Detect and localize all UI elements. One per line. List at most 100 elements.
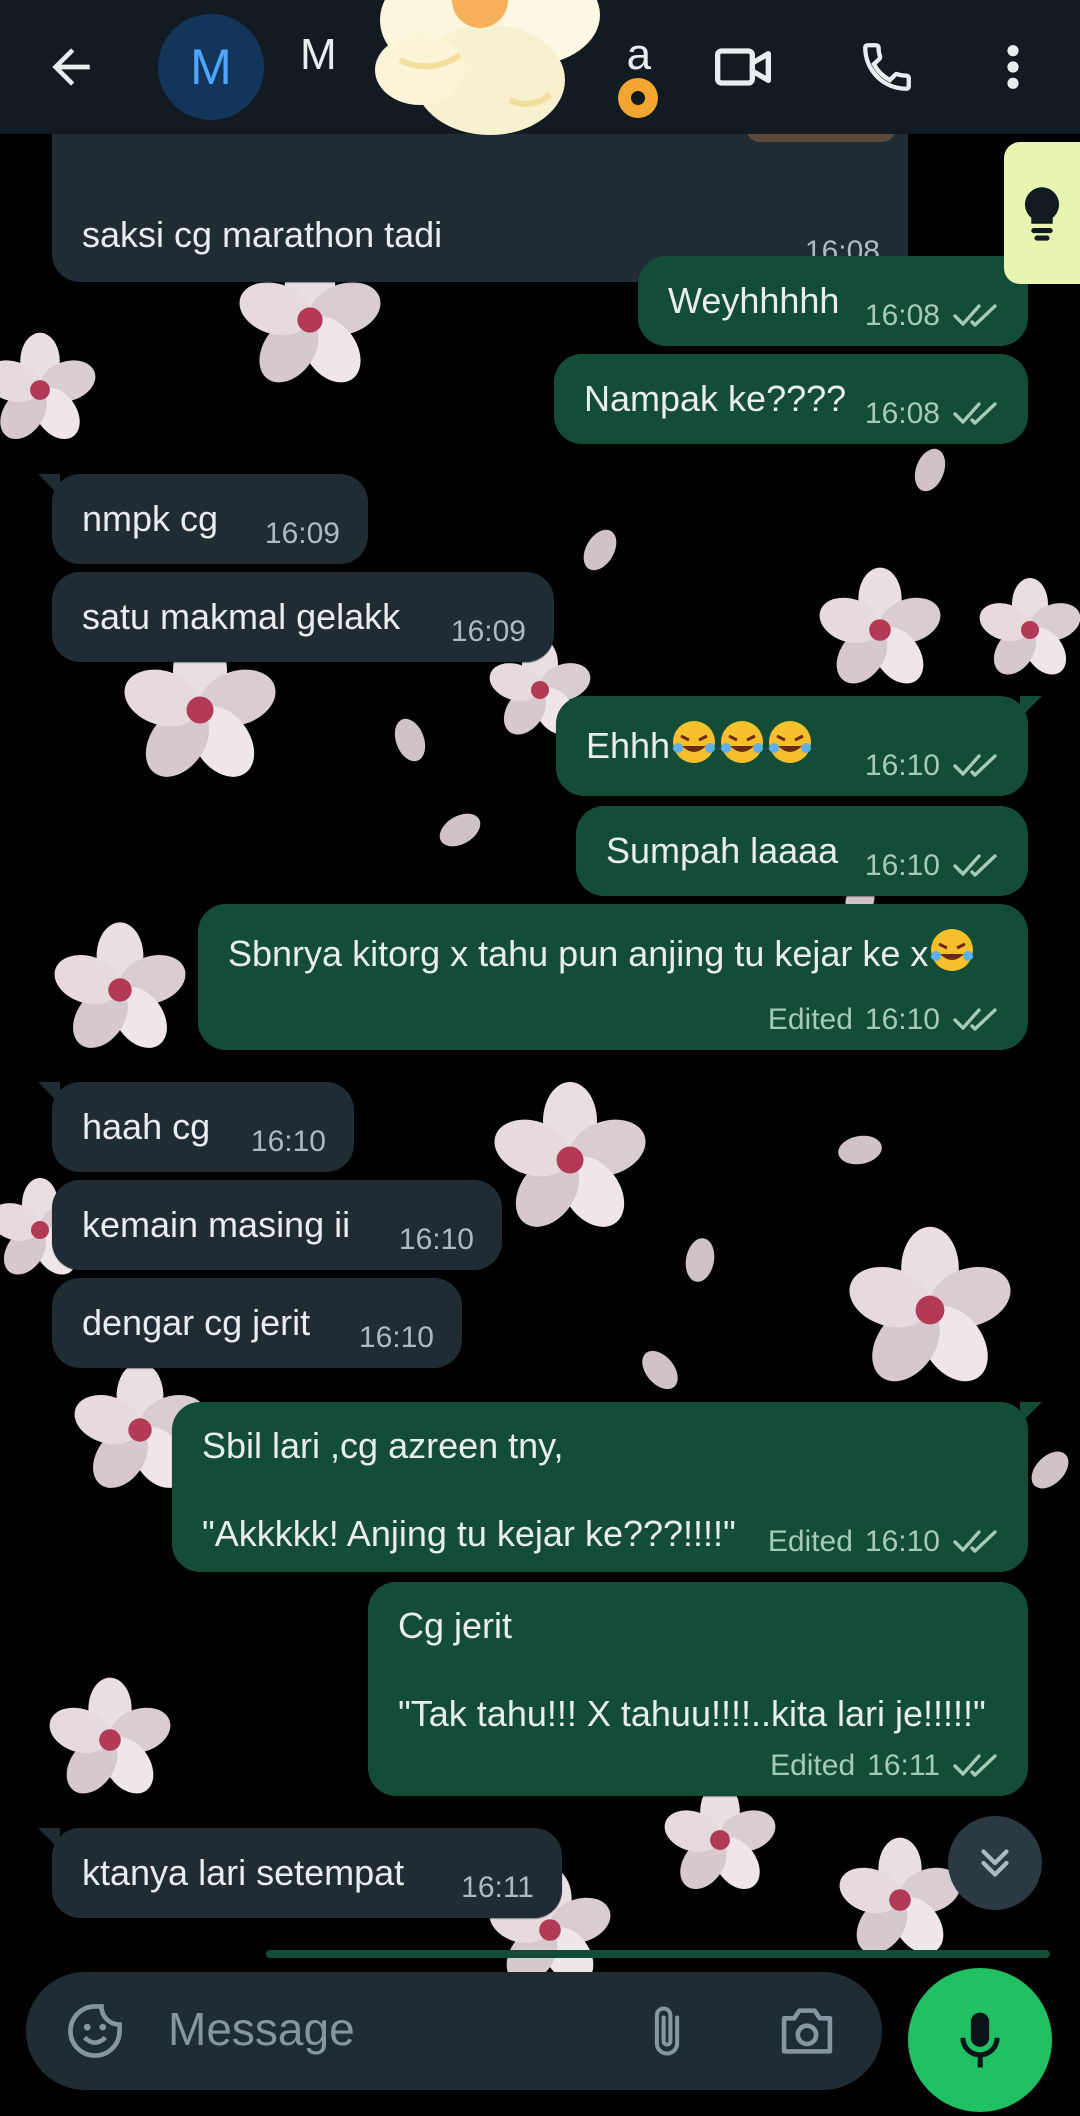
message-meta: Edited 16:10	[768, 1523, 1000, 1561]
message-text: kemain masing ii	[82, 1204, 351, 1245]
message-text: Ehhh	[586, 725, 671, 766]
message-text: nmpk cg	[82, 498, 219, 539]
back-button[interactable]	[24, 20, 118, 114]
message-bubble-incoming[interactable]: haah cg 16:10	[38, 1082, 354, 1172]
rolling-laugh-emoji-icon	[769, 721, 812, 763]
bubble-tail	[38, 1828, 60, 1850]
message-meta: 16:10	[865, 747, 1000, 785]
message-bubble-incoming[interactable]: ktanya lari setempat 16:11	[38, 1828, 562, 1918]
more-options-button[interactable]	[966, 20, 1060, 114]
message-meta: 16:10	[359, 1319, 434, 1357]
bubble-tail	[1020, 696, 1042, 718]
message-meta: 16:10	[865, 847, 1000, 885]
message-text: Cg jerit "Tak tahu!!! X tahuu!!!!..kita …	[398, 1605, 986, 1734]
attach-button[interactable]	[630, 1994, 704, 2068]
bubble-tail	[38, 1082, 60, 1104]
more-vertical-icon	[1007, 45, 1019, 89]
avatar[interactable]: M	[158, 14, 264, 120]
message-meta: 16:08	[865, 395, 1000, 433]
message-time: 16:10	[250, 1124, 326, 1158]
message-time: 16:08	[864, 396, 940, 430]
divider	[266, 1950, 1050, 1958]
rolling-laugh-emoji-icon	[673, 721, 716, 763]
arrow-left-icon	[52, 48, 90, 86]
message-bubble-outgoing[interactable]: Ehhh 16:10	[556, 696, 1042, 796]
double-check-icon	[952, 300, 1000, 330]
message-meta: 16:11	[461, 1869, 534, 1907]
message-time: 16:11	[461, 1870, 534, 1904]
message-text: Sumpah laaaa	[606, 830, 839, 871]
chevrons-down-icon	[981, 1849, 1009, 1877]
edited-label: Edited	[770, 1748, 856, 1782]
message-meta: 16:09	[451, 613, 526, 651]
camera-button[interactable]	[770, 1994, 844, 2068]
double-check-icon	[952, 398, 1000, 428]
message-list[interactable]: saksi cg marathon tadi 16:08 Weyhhhhh 16…	[0, 94, 1080, 1954]
double-check-icon	[952, 750, 1000, 780]
lightbulb-icon	[1024, 187, 1060, 241]
message-bubble-incoming[interactable]: nmpk cg 16:09	[38, 474, 368, 564]
message-time: 16:09	[264, 516, 340, 550]
message-time: 16:10	[864, 748, 940, 782]
message-time: 16:11	[867, 1748, 940, 1782]
message-time: 16:10	[864, 848, 940, 882]
message-input[interactable]: Message	[168, 2002, 355, 2056]
message-meta: Edited 16:11	[770, 1747, 1000, 1785]
rolling-laugh-emoji-icon	[721, 721, 764, 763]
message-text: Sbil lari ,cg azreen tny, "Akkkkk! Anjin…	[202, 1425, 736, 1554]
daisy-sticker-icon	[375, 0, 600, 135]
message-meta: Edited 16:10	[768, 1001, 1000, 1039]
message-text: Nampak ke????	[584, 378, 847, 419]
edited-label: Edited	[767, 1524, 853, 1558]
message-time: 16:09	[450, 614, 526, 648]
paperclip-icon	[654, 2006, 680, 2056]
video-call-icon	[715, 48, 771, 86]
message-bubble-outgoing[interactable]: Nampak ke???? 16:08	[554, 354, 1028, 444]
message-text: ktanya lari setempat	[82, 1852, 405, 1893]
message-meta: 16:10	[251, 1123, 326, 1161]
double-check-icon	[952, 1526, 1000, 1556]
message-text: Sbnrya kitorg x tahu pun anjing tu kejar…	[228, 933, 929, 974]
phone-icon	[863, 43, 911, 91]
message-time: 16:10	[864, 1002, 940, 1036]
voice-call-button[interactable]	[840, 20, 934, 114]
message-bubble-outgoing[interactable]: Sbil lari ,cg azreen tny, "Akkkkk! Anjin…	[172, 1402, 1042, 1572]
avatar-initial: M	[190, 39, 232, 95]
message-text: Weyhhhhh	[668, 280, 840, 321]
message-meta: 16:10	[399, 1221, 474, 1259]
sticker-button[interactable]	[58, 1994, 132, 2068]
flower-sticker-overlay	[340, 0, 640, 140]
message-bubble-outgoing[interactable]: Cg jerit "Tak tahu!!! X tahuu!!!!..kita …	[368, 1582, 1028, 1796]
message-bubble-outgoing[interactable]: Sumpah laaaa 16:10	[576, 806, 1028, 896]
message-time: 16:10	[358, 1320, 434, 1354]
message-content: Ehhh	[586, 718, 814, 768]
tips-tab[interactable]	[1004, 142, 1080, 284]
message-text: dengar cg jerit	[82, 1302, 311, 1343]
scroll-to-bottom-button[interactable]	[948, 1816, 1042, 1910]
message-bubble-outgoing[interactable]: Sbnrya kitorg x tahu pun anjing tu kejar…	[198, 904, 1028, 1050]
rolling-laugh-emoji-icon	[931, 929, 974, 971]
message-meta: 16:08	[865, 297, 1000, 335]
double-check-icon	[952, 850, 1000, 880]
sticker-icon	[68, 2004, 122, 2058]
message-time: 16:08	[864, 298, 940, 332]
message-bubble-outgoing[interactable]: Weyhhhhh 16:08	[638, 256, 1042, 346]
voice-message-button[interactable]	[908, 1968, 1052, 2112]
message-text: satu makmal gelakk	[82, 596, 401, 637]
message-bubble-incoming[interactable]: dengar cg jerit 16:10	[52, 1278, 462, 1368]
double-check-icon	[952, 1750, 1000, 1780]
message-text: saksi cg marathon tadi	[82, 214, 443, 255]
message-composer[interactable]: Message	[26, 1972, 882, 2090]
video-call-button[interactable]	[696, 20, 790, 114]
edited-label: Edited	[767, 1002, 853, 1036]
message-time: 16:10	[864, 1524, 940, 1558]
message-text: haah cg	[82, 1106, 211, 1147]
message-content: Sbnrya kitorg x tahu pun anjing tu kejar…	[228, 926, 976, 976]
message-time: 16:10	[398, 1222, 474, 1256]
sticker-badge	[618, 78, 658, 118]
message-bubble-incoming[interactable]: kemain masing ii 16:10	[52, 1180, 502, 1270]
message-meta: 16:09	[265, 515, 340, 553]
contact-name-start: M	[300, 30, 337, 79]
message-bubble-incoming[interactable]: satu makmal gelakk 16:09	[52, 572, 554, 662]
bubble-tail	[1020, 1402, 1042, 1424]
